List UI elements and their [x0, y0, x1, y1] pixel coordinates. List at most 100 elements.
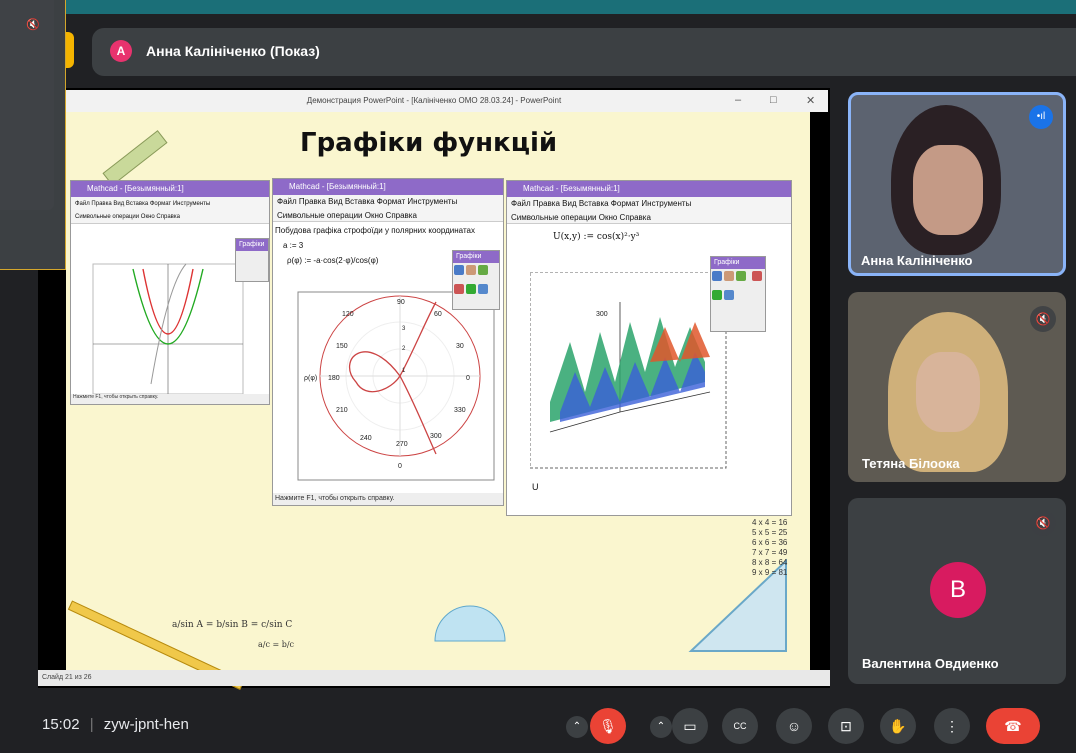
- polar-tick-0: 0: [466, 375, 470, 382]
- polar-tick-30: 30: [456, 343, 464, 350]
- contour-plot-icon[interactable]: [478, 284, 488, 294]
- polar-tick-330: 330: [454, 407, 466, 414]
- meeting-time: 15:02: [42, 716, 80, 733]
- graph-toolbox-right[interactable]: Графіки: [710, 256, 766, 332]
- surface-plot-icon[interactable]: [466, 284, 476, 294]
- mult-row: 7 x 7 = 49: [752, 548, 788, 557]
- participant-face-1: [913, 145, 983, 235]
- more-options-button[interactable]: ⋮: [934, 708, 970, 744]
- polar-tick-270: 270: [396, 441, 408, 448]
- mult-row: 9 x 9 = 81: [752, 568, 788, 577]
- polar-tick-60: 60: [434, 311, 442, 318]
- mathcad-left-status: Нажмите F1, чтобы открыть справку.: [71, 394, 269, 404]
- meeting-code: zyw-jpnt-hen: [103, 716, 189, 733]
- polar-plot-icon-r[interactable]: [752, 271, 763, 281]
- minimize-button[interactable]: –: [735, 94, 741, 106]
- powerpoint-status: Слайд 21 из 26: [38, 670, 830, 686]
- surface-axis-value: 300: [596, 311, 608, 318]
- powerpoint-title: Демонстрация PowerPoint - [Калініченко О…: [40, 90, 828, 112]
- contour-plot-icon-r[interactable]: [724, 290, 734, 300]
- polar-tick-300: 300: [430, 433, 442, 440]
- mathcad-left-submenu[interactable]: Символьные операции Окно Справка: [71, 211, 269, 224]
- participant-tile-3[interactable]: B Валентина Овдиенко 🔇: [848, 498, 1066, 684]
- zoom-icon-r[interactable]: [724, 271, 734, 281]
- plot-xy-icon[interactable]: [454, 265, 464, 275]
- zoom-icon[interactable]: [466, 265, 476, 275]
- surface-plot-icon-r[interactable]: [712, 290, 722, 300]
- muted-mic-icon: 🔇: [1030, 306, 1056, 332]
- trace-icon-r[interactable]: [736, 271, 746, 281]
- mic-off-icon: 🔇: [26, 19, 40, 31]
- hang-up-icon: ☎: [1004, 718, 1022, 734]
- hand-icon: ✋: [889, 718, 907, 734]
- polar-tick-240: 240: [360, 435, 372, 442]
- mult-row: 6 x 6 = 36: [752, 538, 788, 547]
- mathcad-left-menu[interactable]: Файл Правка Вид Вставка Формат Инструмен…: [71, 197, 269, 211]
- close-button[interactable]: ✕: [806, 94, 815, 107]
- polar-bottom-label: 0: [398, 463, 402, 470]
- polar-tick-210: 210: [336, 407, 348, 414]
- participant-tile-1[interactable]: Анна Калініченко •ıl: [848, 92, 1066, 276]
- participant-face-2: [916, 352, 980, 432]
- toolbox-right-label: Графіки: [711, 257, 765, 269]
- participant-name-3: Валентина Овдиенко: [862, 656, 999, 671]
- muted-mic-icon: 🔇: [1030, 510, 1056, 536]
- slide-title: Графіки функцій: [300, 128, 558, 158]
- leave-call-button[interactable]: ☎: [986, 708, 1040, 744]
- emoji-icon: ☺: [786, 718, 802, 734]
- polar-tick-150: 150: [336, 343, 348, 350]
- surface-plot: 300: [530, 272, 727, 469]
- mathcad-mid-status: Нажмите F1, чтобы открыть справку.: [273, 493, 503, 505]
- surface-equation: U(x,y) := cos(x)²·y³: [553, 232, 640, 242]
- mathcad-right-menu[interactable]: Файл Правка Вид Вставка Формат Инструмен…: [507, 197, 791, 211]
- polar-tick-180: 180: [328, 375, 340, 382]
- captions-icon: CC: [733, 721, 747, 731]
- mathcad-right-title: Mathcad - [Безымянный:1]: [507, 181, 791, 197]
- presenter-label: Анна Калініченко (Показ): [146, 43, 320, 59]
- participant-avatar-3: B: [930, 562, 986, 618]
- audio-options-chevron-icon[interactable]: ⌃: [566, 716, 588, 738]
- mathcad-right-submenu[interactable]: Символьные операции Окно Справка: [507, 211, 791, 224]
- camera-icon: ▭: [683, 718, 697, 734]
- captions-button[interactable]: CC: [722, 708, 758, 744]
- more-vert-icon: ⋮: [945, 718, 959, 734]
- present-button[interactable]: ⊡: [828, 708, 864, 744]
- graph-toolbox-left[interactable]: Графіки: [235, 238, 269, 282]
- speaking-indicator-icon: •ıl: [1029, 105, 1053, 129]
- polar-axis-label: ρ(φ): [304, 375, 317, 382]
- overlay-panel: 🔇: [0, 0, 66, 270]
- mathcad-left-title: Mathcad - [Безымянный:1]: [71, 181, 269, 197]
- polar-tick-120: 120: [342, 311, 354, 318]
- mic-toggle-button[interactable]: 🎙: [590, 708, 626, 744]
- ratio-formula: a/c = b/c: [258, 640, 295, 649]
- participant-name-1: Анна Калініченко: [861, 253, 973, 268]
- mult-row: 8 x 8 = 64: [752, 558, 788, 567]
- mult-row: 4 x 4 = 16: [752, 518, 788, 527]
- protractor-decoration: [434, 605, 506, 642]
- present-screen-icon: ⊡: [840, 718, 852, 734]
- video-options-chevron-icon[interactable]: ⌃: [650, 716, 672, 738]
- top-strip: [0, 0, 1076, 14]
- mathcad-mid-menu[interactable]: Файл Правка Вид Вставка Формат Инструмен…: [273, 195, 503, 209]
- maximize-button[interactable]: □: [770, 94, 777, 106]
- mic-off-icon: 🎙: [599, 718, 617, 734]
- raise-hand-button[interactable]: ✋: [880, 708, 916, 744]
- surface-plot-label: U: [532, 482, 539, 492]
- toolbox-middle-label: Графіки: [453, 251, 499, 263]
- participant-name-2: Тетяна Білоока: [862, 456, 960, 471]
- mathcad-mid-submenu[interactable]: Символьные операции Окно Справка: [273, 209, 503, 222]
- toolbox-left-label: Графіки: [236, 239, 268, 251]
- mult-row: 5 x 5 = 25: [752, 528, 788, 537]
- multiplication-table: 4 x 4 = 16 5 x 5 = 25 6 x 6 = 36 7 x 7 =…: [752, 518, 787, 578]
- polar-tick-90: 90: [397, 299, 405, 306]
- graph-toolbox-middle[interactable]: Графіки: [452, 250, 500, 310]
- reactions-button[interactable]: ☺: [776, 708, 812, 744]
- meeting-info: 15:02 | zyw-jpnt-hen: [42, 716, 189, 733]
- polar-plot-icon[interactable]: [454, 284, 464, 294]
- polar-plot: 90 60 120 150 180 210 240 270 300 330 0 …: [297, 291, 495, 481]
- plot-xy-icon-r[interactable]: [712, 271, 722, 281]
- trace-icon[interactable]: [478, 265, 488, 275]
- participant-tile-2[interactable]: Тетяна Білоока 🔇: [848, 292, 1066, 482]
- camera-toggle-button[interactable]: ▭: [672, 708, 708, 744]
- law-of-sines-formula: a/sin A = b/sin B = c/sin C: [172, 620, 293, 630]
